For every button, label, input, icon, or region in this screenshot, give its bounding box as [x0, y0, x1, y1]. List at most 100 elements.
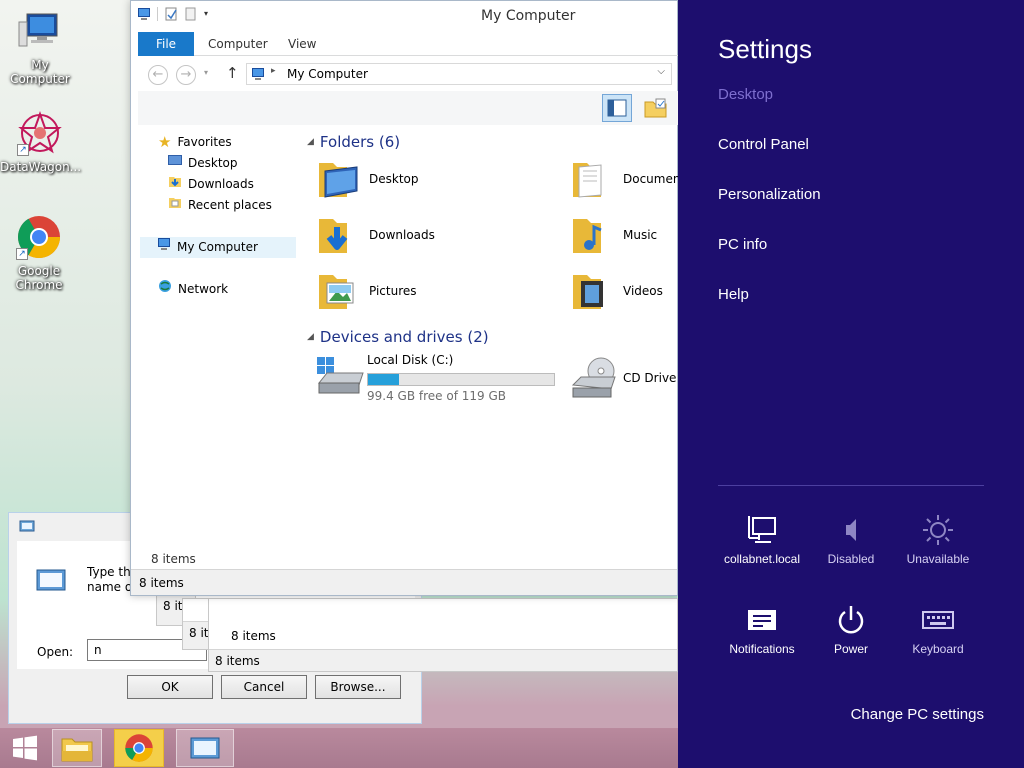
- cancel-button[interactable]: Cancel: [221, 675, 307, 699]
- ok-button[interactable]: OK: [127, 675, 213, 699]
- nav-desktop[interactable]: Desktop: [168, 153, 238, 174]
- brightness-icon: [894, 508, 982, 552]
- tile-label: collabnet.local: [723, 552, 801, 566]
- drive-usage-bar: [367, 373, 555, 386]
- desktop-icon-datawagon[interactable]: ↗ DataWagon...: [0, 110, 81, 174]
- separator: [157, 7, 158, 21]
- breadcrumb-chevron-icon: ▸: [271, 66, 276, 76]
- window-title: My Computer: [481, 8, 576, 24]
- browse-button[interactable]: Browse...: [315, 675, 401, 699]
- brightness-tile[interactable]: Unavailable: [894, 508, 982, 566]
- start-button[interactable]: [0, 729, 50, 767]
- forward-button[interactable]: →: [176, 65, 196, 85]
- pc-info-link[interactable]: PC info: [718, 236, 767, 253]
- items-count: 8 items: [151, 552, 196, 566]
- documents-folder-icon: [571, 157, 615, 201]
- nav-my-computer[interactable]: My Computer: [140, 237, 296, 258]
- videos-folder-icon: [571, 269, 615, 313]
- up-arrow-icon[interactable]: ↑: [226, 64, 239, 82]
- network-icon: [158, 279, 172, 300]
- nav-label: Favorites: [177, 135, 232, 149]
- nav-network[interactable]: Network: [158, 279, 228, 300]
- taskbar-run-dialog[interactable]: [176, 729, 234, 767]
- tab-file[interactable]: File: [138, 32, 194, 56]
- desktop-icon-google-chrome[interactable]: ↗ Google Chrome: [0, 214, 78, 292]
- quick-access-toolbar: ▾: [137, 7, 218, 21]
- tile-label: Keyboard: [912, 642, 964, 656]
- cd-drive-icon: [569, 355, 619, 404]
- desktop-icon-label: My Computer: [10, 58, 70, 86]
- group-title: Devices and drives (2): [319, 328, 489, 346]
- pictures-folder-icon: [317, 269, 361, 313]
- tab-view[interactable]: View: [274, 32, 330, 56]
- explorer-window-ghost-3[interactable]: 8 items 8 items: [208, 598, 678, 672]
- preview-pane-button[interactable]: [602, 94, 632, 122]
- tile-label: Power: [833, 642, 868, 656]
- folders-group-header[interactable]: ◢ Folders (6): [307, 133, 400, 151]
- power-tile[interactable]: Power: [807, 598, 895, 656]
- breadcrumb-location[interactable]: My Computer: [287, 67, 368, 81]
- drive-free-space: 99.4 GB free of 119 GB: [367, 389, 506, 403]
- desktop-small-icon: [168, 153, 182, 174]
- collapse-caret-icon: ◢: [307, 137, 314, 147]
- new-folder-icon[interactable]: [184, 7, 198, 21]
- ghost-status: 8 items: [209, 649, 677, 671]
- settings-title: Settings: [718, 34, 812, 64]
- view-toolbar: [138, 91, 679, 125]
- nav-recent-places[interactable]: Recent places: [168, 195, 272, 216]
- folder-desktop[interactable]: Desktop: [317, 157, 419, 201]
- taskbar-file-explorer[interactable]: [52, 729, 102, 767]
- folder-documents[interactable]: Documents: [571, 157, 679, 201]
- control-panel-link[interactable]: Control Panel: [718, 136, 809, 153]
- computer-small-icon: [137, 7, 151, 21]
- drive-cd[interactable]: CD Drive (D:): [569, 355, 679, 403]
- keyboard-icon: [894, 598, 982, 642]
- chrome-icon: ↗: [16, 214, 62, 260]
- address-dropdown-icon[interactable]: ⌵: [657, 66, 665, 77]
- folder-music[interactable]: Music: [571, 213, 657, 257]
- tab-computer[interactable]: Computer: [194, 32, 282, 56]
- change-pc-settings-link[interactable]: Change PC settings: [851, 706, 984, 723]
- address-field[interactable]: ▸ My Computer ⌵: [246, 63, 672, 85]
- recent-locations-icon[interactable]: ▾: [204, 68, 208, 77]
- speaker-icon: [807, 508, 895, 552]
- chrome-icon: [125, 734, 153, 762]
- drive-local-disk[interactable]: Local Disk (C:) 99.4 GB free of 119 GB: [315, 353, 565, 403]
- folder-downloads[interactable]: Downloads: [317, 213, 435, 257]
- status-bar: 8 items: [131, 569, 677, 595]
- content-pane: ◢ Folders (6) Desktop Documents Download…: [301, 125, 679, 565]
- folder-pictures[interactable]: Pictures: [317, 269, 417, 313]
- navigation-pane: ★ Favorites Desktop Downloads Recent pla…: [138, 125, 298, 545]
- star-icon: ★: [158, 133, 172, 151]
- network-tile[interactable]: collabnet.local: [718, 508, 806, 566]
- taskbar-google-chrome[interactable]: [114, 729, 164, 767]
- customize-qat-icon[interactable]: ▾: [204, 7, 218, 21]
- drive-name: CD Drive (D:): [623, 371, 679, 385]
- computer-small-icon: [157, 237, 171, 258]
- settings-charm: Settings Desktop Control Panel Personali…: [678, 0, 1024, 768]
- run-title-icon: [19, 519, 35, 536]
- drives-group-header[interactable]: ◢ Devices and drives (2): [307, 328, 489, 346]
- properties-icon[interactable]: [164, 7, 178, 21]
- drive-name: Local Disk (C:): [367, 353, 454, 367]
- help-link[interactable]: Help: [718, 286, 749, 303]
- folder-label: Music: [623, 228, 658, 242]
- nav-favorites[interactable]: ★ Favorites: [158, 132, 232, 153]
- keyboard-tile[interactable]: Keyboard: [894, 598, 982, 656]
- nav-label: Desktop: [188, 156, 238, 170]
- drive-usage-fill: [368, 374, 399, 385]
- nav-label: Network: [178, 282, 229, 296]
- title-bar[interactable]: ▾ My Computer: [131, 1, 677, 32]
- notifications-tile[interactable]: Notifications: [718, 598, 806, 656]
- run-icon: [190, 737, 220, 759]
- ribbon-tabs: File Computer View: [138, 32, 679, 56]
- volume-tile[interactable]: Disabled: [807, 508, 895, 566]
- folder-options-icon[interactable]: [644, 97, 668, 122]
- personalization-link[interactable]: Personalization: [718, 186, 821, 203]
- nav-downloads[interactable]: Downloads: [168, 174, 254, 195]
- file-explorer-window[interactable]: ▾ My Computer File Computer View ← → ▾ ↑…: [130, 0, 679, 596]
- folder-videos[interactable]: Videos: [571, 269, 663, 313]
- folder-label: Documents: [623, 172, 679, 186]
- back-button[interactable]: ←: [148, 65, 168, 85]
- desktop-icon-my-computer[interactable]: My Computer: [0, 8, 80, 86]
